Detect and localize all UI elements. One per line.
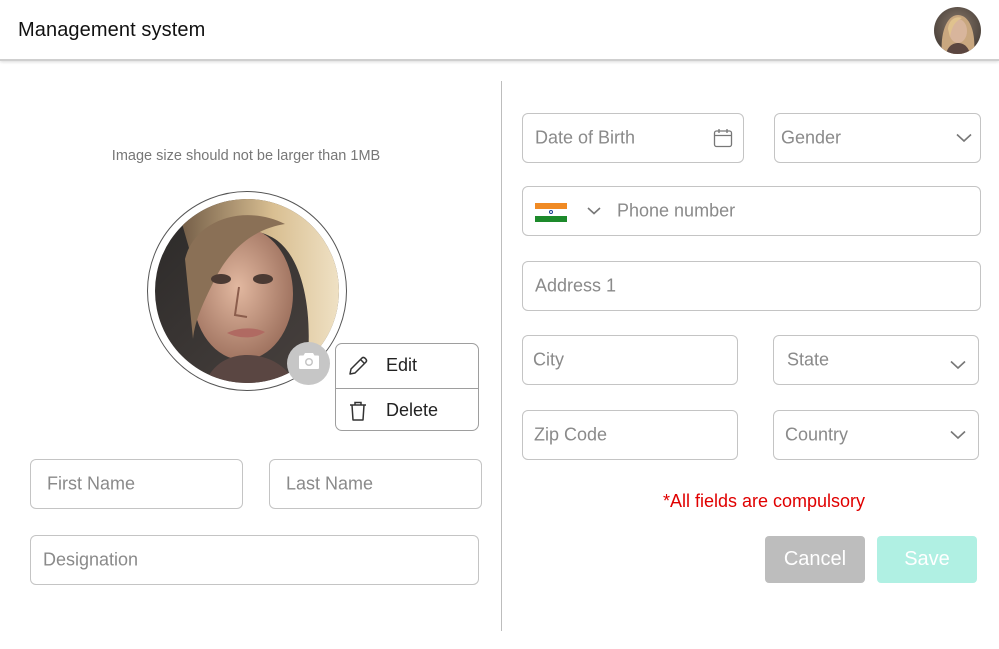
edit-label: Edit (386, 355, 418, 375)
photo-options-menu: Edit Delete (335, 343, 479, 431)
change-photo-button[interactable] (287, 342, 330, 385)
first-name-field[interactable]: First Name (30, 459, 243, 509)
state-select[interactable]: State (773, 335, 979, 385)
calendar-icon[interactable] (713, 128, 733, 148)
designation-placeholder: Designation (43, 549, 139, 570)
column-divider (501, 81, 502, 631)
chevron-down-icon (956, 133, 972, 143)
last-name-field[interactable]: Last Name (269, 459, 482, 509)
city-field[interactable]: City (522, 335, 738, 385)
country-placeholder: Country (785, 424, 849, 445)
designation-field[interactable]: Designation (30, 535, 479, 585)
chevron-down-icon (950, 430, 966, 440)
phone-number-field[interactable]: Phone number (522, 186, 981, 236)
camera-icon (298, 352, 320, 375)
image-size-hint: Image size should not be larger than 1MB (111, 148, 381, 164)
delete-photo-menu-item[interactable]: Delete (336, 389, 478, 432)
country-select[interactable]: Country (773, 410, 979, 460)
pencil-icon (346, 354, 370, 378)
app-header: Management system (0, 0, 999, 61)
gender-select[interactable]: Gender (774, 113, 981, 163)
chevron-down-icon[interactable] (587, 207, 601, 216)
zip-code-placeholder: Zip Code (534, 424, 608, 445)
phone-number-placeholder: Phone number (617, 200, 736, 221)
save-button[interactable]: Save (877, 536, 977, 583)
user-avatar[interactable] (934, 7, 981, 54)
required-fields-notice: *All fields are compulsory (662, 491, 866, 511)
chevron-down-icon (950, 360, 966, 370)
date-of-birth-placeholder: Date of Birth (535, 127, 636, 148)
date-of-birth-field[interactable]: Date of Birth (522, 113, 744, 163)
india-flag[interactable] (535, 203, 567, 222)
edit-photo-menu-item[interactable]: Edit (336, 344, 478, 387)
app-title: Management system (18, 19, 206, 41)
zip-code-field[interactable]: Zip Code (522, 410, 738, 460)
delete-label: Delete (386, 400, 439, 420)
last-name-placeholder: Last Name (286, 473, 374, 494)
trash-icon (346, 399, 370, 423)
state-placeholder: State (787, 349, 830, 370)
gender-placeholder: Gender (781, 127, 842, 148)
city-placeholder: City (533, 349, 564, 370)
first-name-placeholder: First Name (47, 473, 136, 494)
cancel-button[interactable]: Cancel (765, 536, 865, 583)
address-1-field[interactable]: Address 1 (522, 261, 981, 311)
address-1-placeholder: Address 1 (535, 275, 617, 296)
